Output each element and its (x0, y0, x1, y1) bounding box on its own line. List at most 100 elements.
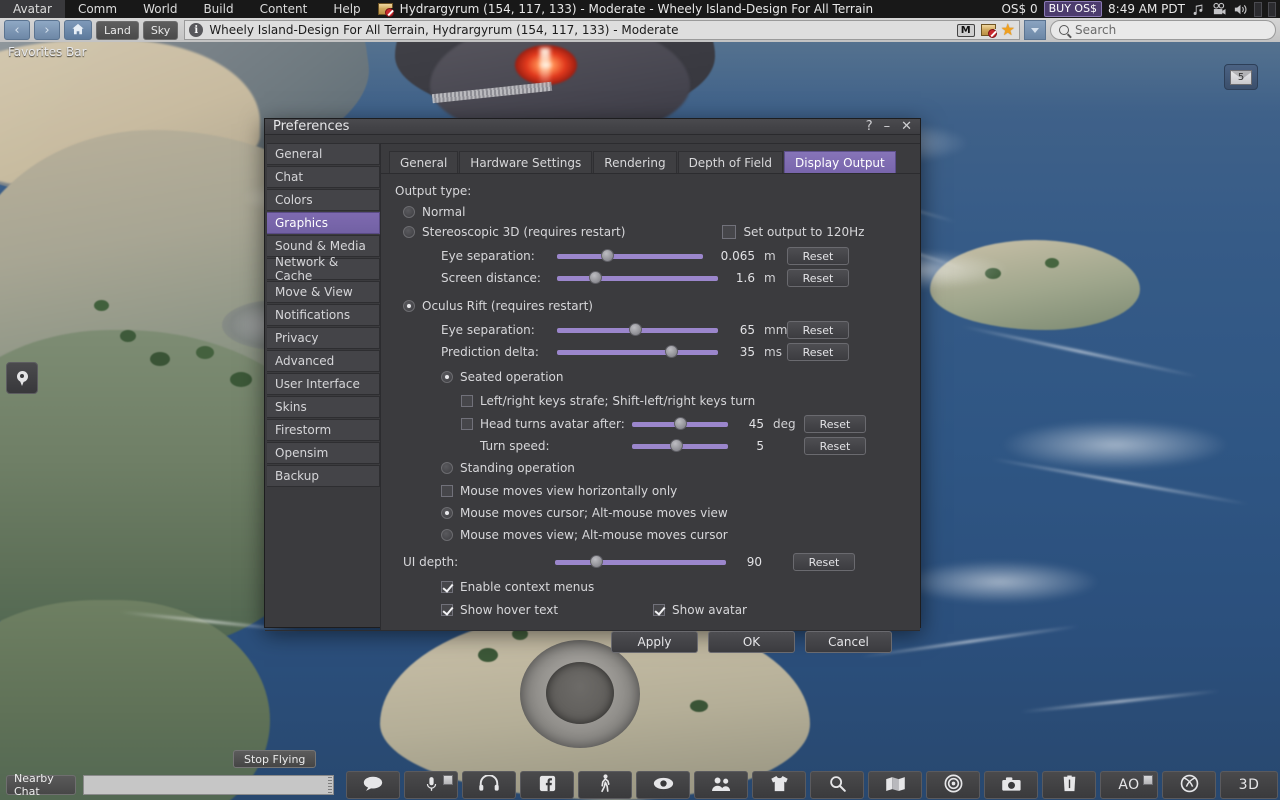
home-button[interactable] (64, 20, 92, 40)
toolbar-button-people[interactable] (694, 771, 748, 799)
music-note-icon[interactable] (1191, 2, 1206, 17)
messages-hud-button[interactable]: 5 (1224, 64, 1258, 90)
oculus-prediction-delta-reset-button[interactable]: Reset (787, 343, 849, 361)
menu-world[interactable]: World (130, 0, 190, 18)
radio-standing-operation[interactable]: Standing operation (441, 458, 908, 478)
menu-comm[interactable]: Comm (65, 0, 130, 18)
toolbar-button-animation-overrider[interactable]: AO (1100, 771, 1158, 799)
checkbox-head-turns-avatar-indicator[interactable] (461, 418, 473, 430)
statusbar-button-1[interactable] (1254, 1, 1262, 17)
sidebar-item-opensim[interactable]: Opensim (267, 442, 380, 464)
toolbar-button-snapshot[interactable] (984, 771, 1038, 799)
sky-button[interactable]: Sky (142, 20, 179, 40)
menu-build[interactable]: Build (190, 0, 246, 18)
toolbar-button-appearance[interactable] (752, 771, 806, 799)
search-box[interactable]: Search (1050, 20, 1276, 40)
turn-speed-reset-button[interactable]: Reset (804, 437, 866, 455)
favorite-star-icon[interactable]: ★ (1001, 22, 1015, 38)
radio-oculus-rift[interactable]: Oculus Rift (requires restart) (403, 296, 908, 316)
statusbar-button-2[interactable] (1268, 1, 1276, 17)
land-button[interactable]: Land (96, 20, 139, 40)
slider-knob[interactable] (629, 323, 642, 336)
oculus-eye-separation-reset-button[interactable]: Reset (787, 321, 849, 339)
stereo-screen-distance-slider[interactable] (557, 271, 718, 285)
toolbar-button-move[interactable] (578, 771, 632, 799)
tab-display-output[interactable]: Display Output (784, 151, 896, 173)
toolbar-button-view[interactable] (636, 771, 690, 799)
menu-content[interactable]: Content (247, 0, 321, 18)
tab-hardware-settings[interactable]: Hardware Settings (459, 151, 593, 173)
chat-input[interactable] (82, 775, 334, 795)
close-button[interactable]: ✕ (901, 119, 912, 134)
ao-options-badge[interactable] (1143, 775, 1153, 785)
nearby-chat-button[interactable]: Nearby Chat (6, 772, 76, 798)
menu-avatar[interactable]: Avatar (0, 0, 65, 18)
tab-rendering[interactable]: Rendering (593, 151, 677, 173)
world-map-hud-button[interactable] (6, 362, 38, 394)
radio-mouse-moves-cursor[interactable]: Mouse moves cursor; Alt-mouse moves view (441, 503, 908, 523)
slider-knob[interactable] (590, 555, 603, 568)
toolbar-button-world-map[interactable] (868, 771, 922, 799)
buy-currency-button[interactable]: BUY OS$ (1043, 1, 1103, 17)
sidebar-item-graphics[interactable]: Graphics (267, 212, 380, 234)
address-bar[interactable]: i Wheely Island-Design For All Terrain, … (184, 20, 1020, 40)
radio-mouse-moves-view[interactable]: Mouse moves view; Alt-mouse moves cursor (441, 525, 908, 545)
head-turns-avatar-slider[interactable] (632, 417, 728, 431)
sidebar-item-network-cache[interactable]: Network & Cache (267, 255, 380, 283)
slider-knob[interactable] (665, 345, 678, 358)
oculus-eye-separation-slider[interactable] (557, 323, 718, 337)
slider-knob[interactable] (589, 271, 602, 284)
sidebar-item-privacy[interactable]: Privacy (267, 327, 380, 349)
toolbar-button-phototools[interactable] (1162, 771, 1216, 799)
minimize-button[interactable]: – (884, 119, 891, 134)
checkbox-show-avatar[interactable]: Show avatar (653, 603, 747, 617)
checkbox-set-120hz[interactable]: Set output to 120Hz (722, 225, 864, 239)
toolbar-button-stereo-3d[interactable]: 3D (1220, 771, 1278, 799)
sidebar-item-chat[interactable]: Chat (267, 166, 380, 188)
address-parcel-box-icon[interactable] (980, 23, 997, 38)
slider-knob[interactable] (670, 439, 683, 452)
toolbar-button-voice[interactable] (462, 771, 516, 799)
stop-flying-button[interactable]: Stop Flying (233, 750, 317, 768)
back-button[interactable]: ‹ (4, 20, 30, 40)
cancel-button[interactable]: Cancel (805, 631, 892, 653)
favorites-bar[interactable]: Favorites Bar (0, 42, 1280, 62)
info-icon[interactable]: i (189, 23, 204, 37)
checkbox-strafe-keys[interactable]: Left/right keys strafe; Shift-left/right… (461, 391, 908, 411)
slider-knob[interactable] (674, 417, 687, 430)
forward-button[interactable]: › (34, 20, 60, 40)
toolbar-button-inventory[interactable] (1042, 771, 1096, 799)
sidebar-item-move-view[interactable]: Move & View (267, 281, 380, 303)
slider-knob[interactable] (601, 249, 614, 262)
radio-stereoscopic-3d[interactable]: Stereoscopic 3D (requires restart) Set o… (403, 222, 908, 242)
ok-button[interactable]: OK (708, 631, 795, 653)
sidebar-item-colors[interactable]: Colors (267, 189, 380, 211)
address-dropdown-button[interactable] (1024, 20, 1046, 40)
sidebar-item-advanced[interactable]: Advanced (267, 350, 380, 372)
checkbox-enable-context-menus[interactable]: Enable context menus (441, 577, 908, 597)
sidebar-item-backup[interactable]: Backup (267, 465, 380, 487)
media-camera-icon[interactable] (1212, 2, 1227, 17)
stereo-eye-separation-slider[interactable] (557, 249, 703, 263)
sidebar-item-firestorm[interactable]: Firestorm (267, 419, 380, 441)
radio-normal[interactable]: Normal (403, 202, 908, 222)
volume-icon[interactable] (1233, 2, 1248, 17)
sidebar-item-notifications[interactable]: Notifications (267, 304, 380, 326)
oculus-prediction-delta-slider[interactable] (557, 345, 718, 359)
speak-options-badge[interactable] (443, 775, 453, 785)
sidebar-item-sound-media[interactable]: Sound & Media (267, 235, 380, 257)
apply-button[interactable]: Apply (611, 631, 698, 653)
tab-depth-of-field[interactable]: Depth of Field (677, 151, 784, 173)
checkbox-show-hover-text[interactable]: Show hover text (441, 603, 653, 617)
ui-depth-reset-button[interactable]: Reset (793, 553, 855, 571)
clock-text[interactable]: 8:49 AM PDT (1108, 2, 1185, 16)
toolbar-button-chat[interactable] (346, 771, 400, 799)
toolbar-button-mini-map[interactable] (926, 771, 980, 799)
tab-general[interactable]: General (389, 151, 459, 173)
radio-seated-operation[interactable]: Seated operation (441, 367, 908, 387)
checkbox-mouse-horizontal[interactable]: Mouse moves view horizontally only (441, 481, 908, 501)
head-turns-avatar-reset-button[interactable]: Reset (804, 415, 866, 433)
help-button[interactable]: ? (866, 119, 873, 134)
menu-help[interactable]: Help (320, 0, 373, 18)
stereo-eye-separation-reset-button[interactable]: Reset (787, 247, 849, 265)
